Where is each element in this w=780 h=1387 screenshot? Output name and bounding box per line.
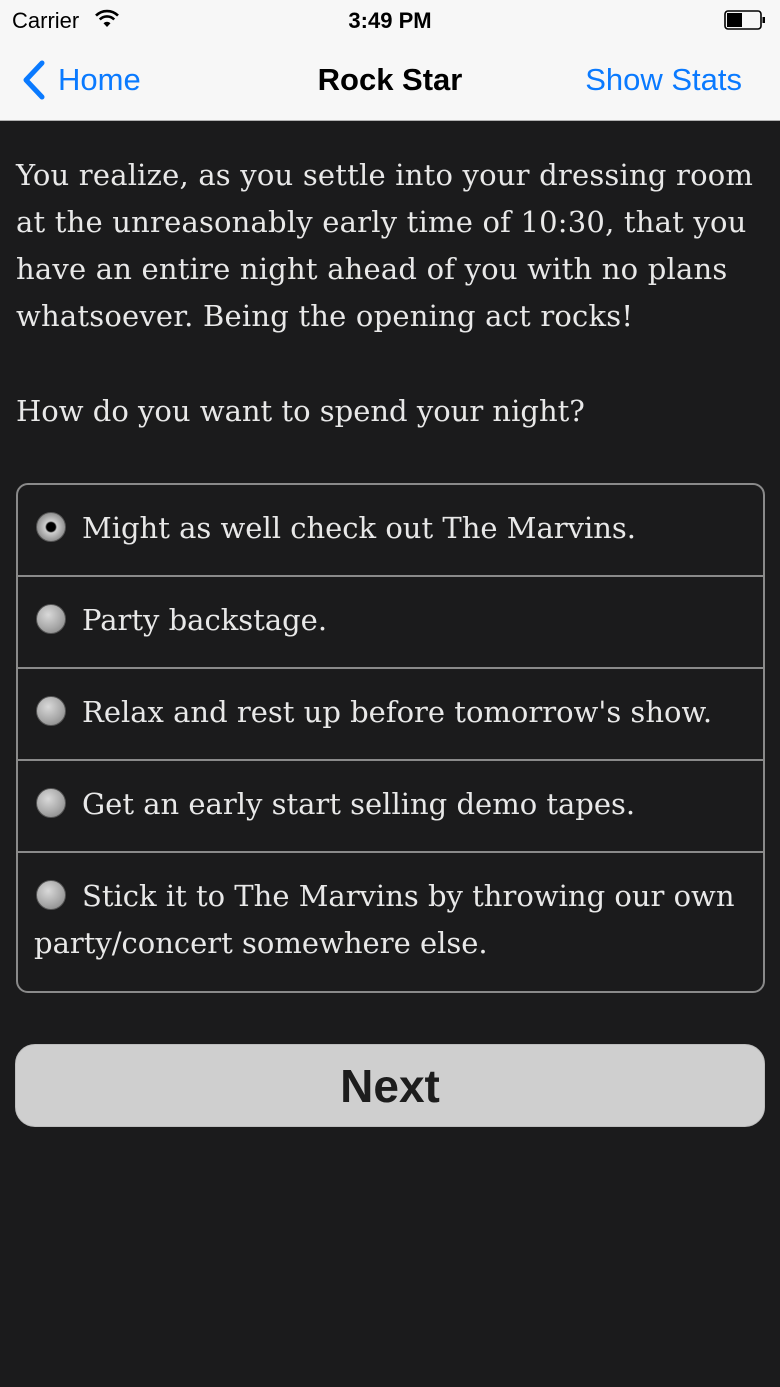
choice-item[interactable]: Stick it to The Marvins by throwing our … — [18, 853, 763, 991]
radio-selected-icon[interactable] — [36, 512, 66, 542]
choice-label: Might as well check out The Marvins. — [82, 511, 637, 545]
chevron-left-icon — [23, 60, 45, 100]
radio-icon[interactable] — [36, 788, 66, 818]
radio-icon[interactable] — [36, 696, 66, 726]
radio-icon[interactable] — [36, 604, 66, 634]
question-text: How do you want to spend your night? — [16, 394, 585, 428]
navigation-bar: Home Rock Star Show Stats — [0, 40, 780, 121]
next-button[interactable]: Next — [15, 1044, 765, 1127]
choice-label: Party backstage. — [82, 603, 328, 637]
radio-icon[interactable] — [36, 880, 66, 910]
choice-item[interactable]: Party backstage. — [18, 577, 763, 669]
status-time: 3:49 PM — [348, 8, 432, 33]
choice-label: Relax and rest up before tomorrow's show… — [82, 695, 713, 729]
choice-label: Get an early start selling demo tapes. — [82, 787, 636, 821]
choice-item[interactable]: Might as well check out The Marvins. — [18, 485, 763, 577]
battery-icon — [724, 10, 765, 30]
choice-item[interactable]: Relax and rest up before tomorrow's show… — [18, 669, 763, 761]
choice-list: Might as well check out The Marvins. Par… — [16, 483, 765, 993]
back-button-label: Home — [58, 62, 141, 97]
choice-label: Stick it to The Marvins by throwing our … — [34, 879, 735, 960]
story-text: You realize, as you settle into your dre… — [16, 158, 754, 333]
choice-item[interactable]: Get an early start selling demo tapes. — [18, 761, 763, 853]
show-stats-button[interactable]: Show Stats — [585, 62, 742, 98]
status-bar: Carrier 3:49 PM — [0, 0, 780, 40]
back-button[interactable]: Home — [20, 56, 141, 104]
